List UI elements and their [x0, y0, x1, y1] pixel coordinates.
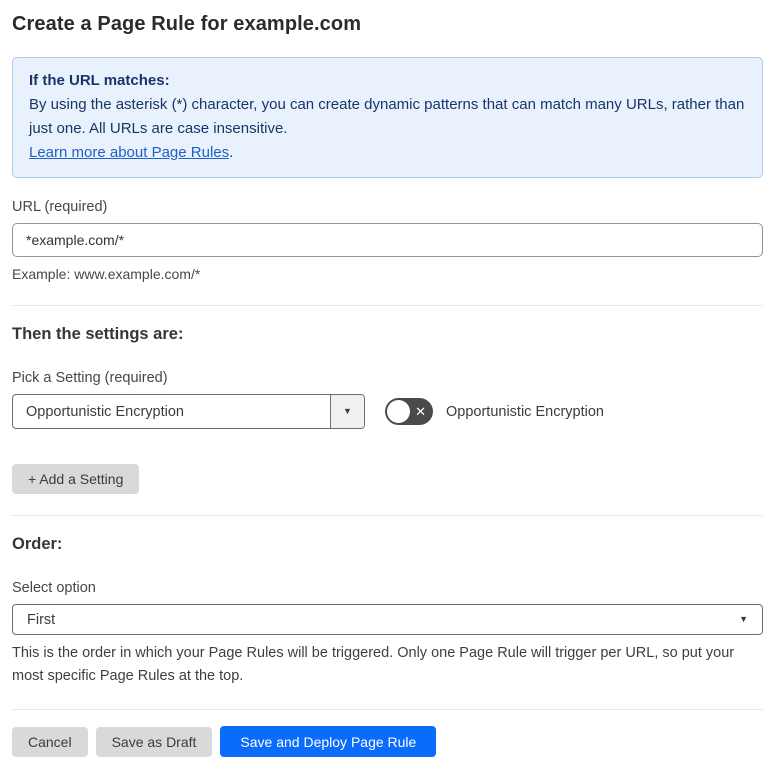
setting-dropdown-value: Opportunistic Encryption [26, 403, 184, 420]
toggle-label: Opportunistic Encryption [446, 403, 604, 420]
page-title: Create a Page Rule for example.com [12, 13, 362, 35]
order-select[interactable]: First ▼ [12, 604, 763, 635]
settings-heading: Then the settings are: [12, 325, 184, 343]
info-box-link-row: Learn more about Page Rules. [29, 141, 746, 165]
chevron-down-icon: ▼ [739, 614, 748, 624]
section-divider [12, 709, 763, 710]
url-input[interactable] [12, 223, 763, 257]
opportunistic-encryption-toggle[interactable]: ✕ [385, 398, 433, 425]
learn-more-link[interactable]: Learn more about Page Rules [29, 144, 229, 161]
chevron-down-icon: ▼ [343, 406, 352, 416]
add-setting-button[interactable]: + Add a Setting [12, 464, 140, 494]
create-page-rule-form: Create a Page Rule for example.com If th… [12, 11, 763, 757]
url-label: URL (required) [12, 199, 108, 215]
toggle-off-x-icon: ✕ [415, 403, 426, 419]
url-example-text: Example: www.example.com/* [12, 266, 201, 282]
url-matches-info-box: If the URL matches: By using the asteris… [12, 57, 763, 178]
toggle-knob [387, 400, 410, 423]
info-box-body: By using the asterisk (*) character, you… [29, 96, 745, 137]
save-draft-button[interactable]: Save as Draft [95, 726, 213, 757]
setting-dropdown-arrow-button[interactable]: ▼ [330, 395, 364, 428]
save-deploy-button[interactable]: Save and Deploy Page Rule [220, 726, 437, 757]
link-period: . [229, 144, 234, 161]
info-box-heading: If the URL matches: [29, 72, 170, 89]
section-divider [12, 305, 763, 306]
cancel-button[interactable]: Cancel [12, 726, 88, 757]
select-option-label: Select option [12, 580, 96, 596]
section-divider [12, 515, 763, 516]
setting-row: Opportunistic Encryption ▼ ✕ Opportunist… [12, 394, 763, 429]
order-select-value: First [27, 611, 56, 628]
pick-setting-label: Pick a Setting (required) [12, 370, 168, 386]
order-heading: Order: [12, 535, 63, 553]
footer-actions: Cancel Save as Draft Save and Deploy Pag… [12, 726, 763, 757]
setting-dropdown[interactable]: Opportunistic Encryption ▼ [12, 394, 365, 429]
order-help-text: This is the order in which your Page Rul… [12, 645, 735, 684]
toggle-group: ✕ Opportunistic Encryption [385, 398, 604, 425]
